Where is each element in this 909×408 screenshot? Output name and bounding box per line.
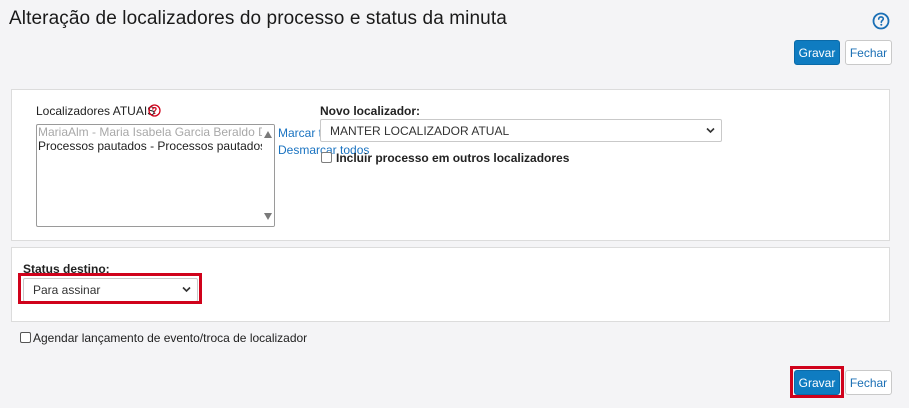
new-locator-value: MANTER LOCALIZADOR ATUAL <box>330 123 510 138</box>
schedule-checkbox[interactable] <box>20 332 31 343</box>
close-button-top[interactable]: Fechar <box>845 40 892 65</box>
required-help-icon[interactable] <box>148 104 161 117</box>
list-item[interactable]: Processos pautados - Processos pautados … <box>37 139 274 153</box>
include-other-checkbox[interactable] <box>321 152 332 163</box>
include-other-label: Incluir processo em outros localizadores <box>336 151 570 165</box>
status-highlight-box <box>18 273 202 304</box>
scroll-up-icon[interactable] <box>264 131 272 138</box>
save-button-top[interactable]: Gravar <box>794 40 840 65</box>
new-locator-label: Novo localizador: <box>320 104 421 118</box>
new-locator-select[interactable]: MANTER LOCALIZADOR ATUAL <box>320 119 722 142</box>
save-highlight-box <box>790 366 844 398</box>
help-circle-icon[interactable] <box>872 12 890 30</box>
schedule-label: Agendar lançamento de evento/troca de lo… <box>33 331 308 345</box>
current-locators-label: Localizadores ATUAIS <box>36 104 156 118</box>
close-button-bottom[interactable]: Fechar <box>845 370 892 395</box>
mark-all-link[interactable]: Marcar todos <box>278 126 320 140</box>
scroll-down-icon[interactable] <box>264 213 272 220</box>
chevron-down-icon <box>706 127 715 133</box>
close-button-label: Fechar <box>849 375 888 390</box>
close-button-label: Fechar <box>849 45 888 60</box>
list-item: MariaAlm - Maria Isabela Garcia Beraldo … <box>38 125 274 139</box>
save-button-label: Gravar <box>798 45 836 60</box>
page-title: Alteração de localizadores do processo e… <box>9 8 507 29</box>
list-scrollbar[interactable] <box>262 125 274 226</box>
current-locators-list[interactable]: MariaAlm - Maria Isabela Garcia Beraldo … <box>36 124 275 227</box>
